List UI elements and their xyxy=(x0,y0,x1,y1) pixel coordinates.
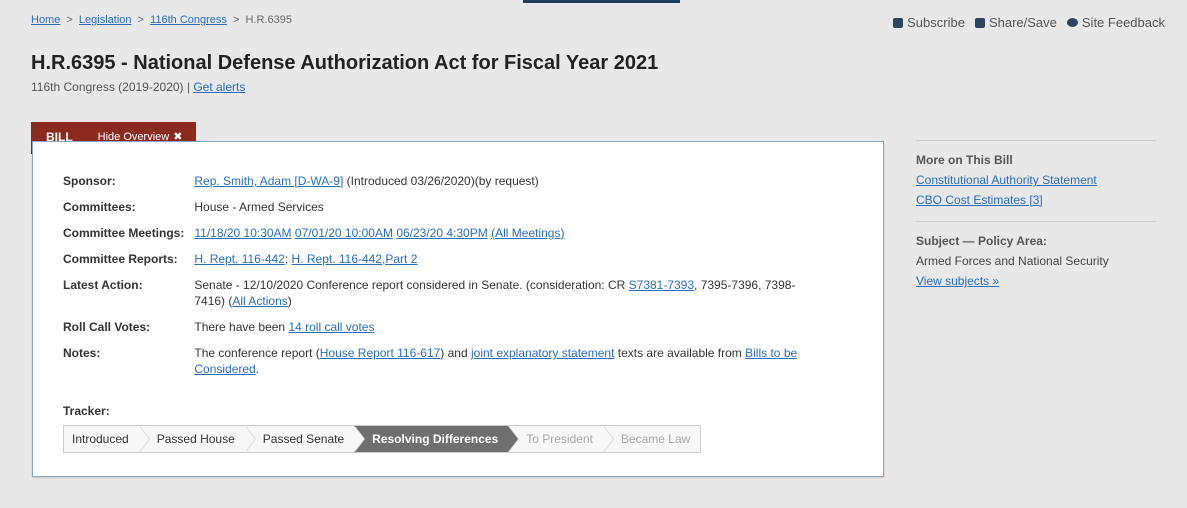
breadcrumb: Home > Legislation > 116th Congress > H.… xyxy=(31,14,292,26)
sidebar: More on This Bill Constitutional Authori… xyxy=(916,140,1156,294)
committee-reports-row: Committee Reports: H. Rept. 116-442; H. … xyxy=(63,251,814,277)
all-meetings-link[interactable]: (All Meetings) xyxy=(491,226,564,240)
report-link-1[interactable]: H. Rept. 116-442 xyxy=(194,252,285,266)
notes-text-3: texts are available from xyxy=(614,346,746,360)
meeting-link-2[interactable]: 07/01/20 10:00AM xyxy=(295,226,393,240)
sponsor-row: Sponsor: Rep. Smith, Adam [D-WA-9] (Intr… xyxy=(63,173,814,199)
breadcrumb-separator: > xyxy=(232,14,240,26)
breadcrumb-separator: > xyxy=(137,14,144,26)
share-icon xyxy=(974,17,985,28)
constitutional-authority-link[interactable]: Constitutional Authority Statement xyxy=(916,173,1097,187)
congress-subline: 116th Congress (2019-2020) | Get alerts xyxy=(31,80,245,94)
all-meetings-label: All Meetings xyxy=(495,226,561,240)
sponsor-link[interactable]: Rep. Smith, Adam [D-WA-9] xyxy=(194,174,343,188)
sidebar-divider xyxy=(916,140,1156,141)
envelope-icon xyxy=(893,17,904,28)
latest-action-row: Latest Action: Senate - 12/10/2020 Confe… xyxy=(63,277,814,319)
sponsor-label: Sponsor: xyxy=(63,174,116,188)
tracker-step-resolving-differences: Resolving Differences xyxy=(354,426,520,452)
utility-links: Subscribe Share/Save Site Feedback xyxy=(893,15,1165,30)
committees-label: Committees: xyxy=(63,200,136,214)
committee-meetings-row: Committee Meetings: 11/18/20 10:30AM 07/… xyxy=(63,225,814,251)
meeting-link-3[interactable]: 06/23/20 4:30PM xyxy=(396,226,487,240)
committee-meetings-label: Committee Meetings: xyxy=(63,226,185,240)
house-report-link[interactable]: House Report 116-617 xyxy=(320,346,441,360)
speech-bubble-icon xyxy=(1066,18,1078,27)
congress-session: 116th Congress (2019-2020) | xyxy=(31,80,194,94)
latest-action-label: Latest Action: xyxy=(63,278,143,292)
roll-call-row: Roll Call Votes: There have been 14 roll… xyxy=(63,319,814,345)
tracker-step-to-president: To President xyxy=(508,426,614,452)
site-feedback-label: Site Feedback xyxy=(1081,15,1165,30)
subscribe-link[interactable]: Subscribe xyxy=(893,15,965,30)
committee-reports-label: Committee Reports: xyxy=(63,252,178,266)
tracker-step-passed-house: Passed House xyxy=(138,426,256,452)
tracker-label: Tracker: xyxy=(63,404,110,418)
joint-statement-link[interactable]: joint explanatory statement xyxy=(471,346,614,360)
committees-value: House - Armed Services xyxy=(194,200,324,214)
breadcrumb-separator: > xyxy=(66,14,73,26)
site-feedback-link[interactable]: Site Feedback xyxy=(1066,15,1165,30)
notes-label: Notes: xyxy=(63,346,101,360)
sidebar-divider xyxy=(916,221,1156,222)
breadcrumb-home[interactable]: Home xyxy=(31,14,60,26)
top-nav-tab-indicator xyxy=(523,0,680,3)
report-link-2[interactable]: H. Rept. 116-442,Part 2 xyxy=(292,252,418,266)
subscribe-label: Subscribe xyxy=(907,15,965,30)
tracker-step-became-law: Became Law xyxy=(602,426,701,452)
view-subjects-link[interactable]: View subjects » xyxy=(916,274,999,288)
policy-area-value: Armed Forces and National Security xyxy=(916,254,1109,268)
notes-text-4: . xyxy=(255,362,260,376)
cr-link[interactable]: S7381-7393 xyxy=(629,278,694,292)
tracker-step-passed-senate: Passed Senate xyxy=(244,426,366,452)
notes-row: Notes: The conference report (House Repo… xyxy=(63,345,814,387)
committees-row: Committees: House - Armed Services xyxy=(63,199,814,225)
subject-policy-area-heading: Subject — Policy Area: xyxy=(916,234,1047,248)
roll-call-link[interactable]: 14 roll call votes xyxy=(288,320,374,334)
breadcrumb-current: H.R.6395 xyxy=(245,14,292,26)
more-on-bill-heading: More on This Bill xyxy=(916,153,1013,167)
meeting-link-1[interactable]: 11/18/20 10:30AM xyxy=(194,226,291,240)
page-title: H.R.6395 - National Defense Authorizatio… xyxy=(31,52,659,74)
roll-call-text: There have been xyxy=(194,320,289,334)
overview-table: Sponsor: Rep. Smith, Adam [D-WA-9] (Intr… xyxy=(63,173,814,387)
cbo-cost-estimates-link[interactable]: CBO Cost Estimates [3] xyxy=(916,193,1043,207)
notes-text-1: The conference report ( xyxy=(194,346,320,360)
share-save-link[interactable]: Share/Save xyxy=(974,15,1057,30)
roll-call-label: Roll Call Votes: xyxy=(63,320,151,334)
all-actions-link[interactable]: All Actions xyxy=(232,294,287,308)
tracker-step-introduced: Introduced xyxy=(64,426,150,452)
get-alerts-link[interactable]: Get alerts xyxy=(193,80,245,94)
notes-text-2: ) and xyxy=(440,346,471,360)
breadcrumb-congress[interactable]: 116th Congress xyxy=(150,14,227,26)
bill-overview-panel: Sponsor: Rep. Smith, Adam [D-WA-9] (Intr… xyxy=(32,141,884,477)
latest-action-close: ) xyxy=(287,294,292,308)
sponsor-introduced: (Introduced 03/26/2020)(by request) xyxy=(343,174,539,188)
breadcrumb-legislation[interactable]: Legislation xyxy=(79,14,132,26)
bill-tracker: Introduced Passed House Passed Senate Re… xyxy=(63,425,702,453)
share-save-label: Share/Save xyxy=(988,15,1057,30)
latest-action-text: Senate - 12/10/2020 Conference report co… xyxy=(194,278,629,292)
